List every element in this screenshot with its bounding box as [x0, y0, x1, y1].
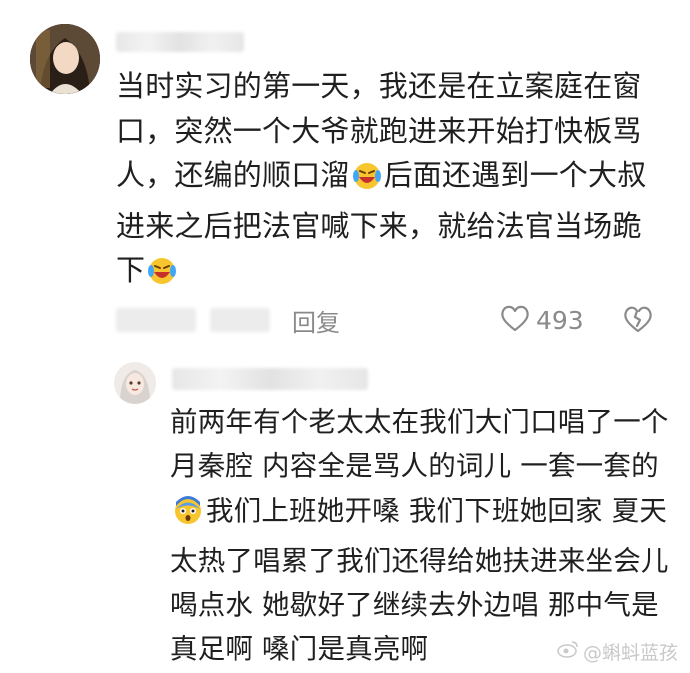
- reply-line: 前两年有个老太太在我们大门口唱了一: [170, 406, 641, 438]
- reply-line: 我们上班她开嗓 我们下班她回: [206, 494, 576, 527]
- watermark: @蝌蚪蓝孩: [557, 638, 678, 665]
- comment-line: 后面还遇到一个大叔: [383, 158, 647, 192]
- shocked-face-icon: [171, 494, 205, 539]
- crying-laughing-icon: [146, 254, 178, 299]
- comment-line: 当时实习的第一天，我还是在立案庭在窗: [116, 69, 642, 103]
- like-button[interactable]: 493: [500, 300, 584, 340]
- watermark-text: @蝌蚪蓝孩: [582, 642, 678, 664]
- comment-meta: 回复 493: [116, 300, 676, 340]
- reply-line: 套的: [603, 450, 659, 483]
- comment-location: [210, 308, 270, 332]
- like-count: 493: [536, 305, 584, 335]
- comment-line: 口，突然一个大爷就跑进来开始打快板骂: [116, 113, 642, 148]
- reply-avatar[interactable]: [114, 362, 156, 404]
- weibo-logo-icon: [557, 640, 579, 663]
- heart-icon: [500, 304, 530, 336]
- commenter-avatar[interactable]: [30, 24, 100, 94]
- broken-heart-icon[interactable]: [622, 304, 654, 338]
- comment-line: 人，还编的顺口溜: [116, 158, 350, 192]
- reply-commenter-name[interactable]: [172, 368, 368, 390]
- reply-text: 前两年有个老太太在我们大门口唱了一个月秦腔 内容全是骂人的词儿 一套一套的我们上…: [170, 400, 670, 672]
- comment-time: [116, 308, 196, 332]
- comment-text: 当时实习的第一天，我还是在立案庭在窗口，突然一个大爷就跑进来开始打快板骂人，还编…: [116, 64, 666, 299]
- reply-button[interactable]: 回复: [292, 303, 340, 338]
- comment-line: 下: [116, 253, 146, 287]
- comment-line: 进来之后把法官喊下来，就给法官当场跪: [116, 208, 642, 243]
- commenter-name[interactable]: [116, 32, 244, 52]
- crying-laughing-icon: [351, 159, 383, 204]
